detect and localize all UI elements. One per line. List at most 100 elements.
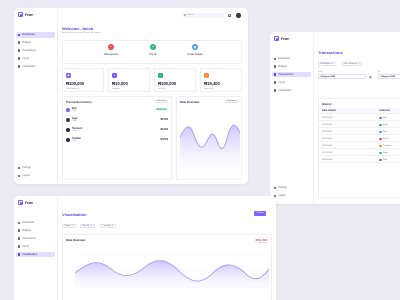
from-date-label: From bbox=[318, 71, 323, 73]
sidebar-item-visualisation[interactable]: Visualisation bbox=[16, 251, 55, 258]
transaction-amount: ₦5,000 bbox=[160, 119, 168, 121]
sidebar-item-cards[interactable]: Cards bbox=[16, 56, 55, 62]
table-row[interactable]: 2023-05-09 Food bbox=[319, 150, 400, 156]
sidebar-item-transactions[interactable]: Transactions bbox=[16, 48, 55, 54]
row-date: 2023-05-09 bbox=[322, 116, 333, 119]
sidebar-item-cards[interactable]: Cards bbox=[272, 80, 311, 86]
sidebar-item-visualisation[interactable]: Visualisation bbox=[16, 64, 55, 70]
sidebar-item-dashboard[interactable]: Dashboard bbox=[16, 220, 55, 226]
category-filter-dropdown[interactable]: All Categories ▾ bbox=[342, 62, 362, 66]
minus-icon: − bbox=[108, 44, 114, 50]
period-dropdown-label: This wk bbox=[157, 100, 164, 103]
sidebar-item-cards[interactable]: Cards bbox=[16, 244, 55, 250]
sidebar-item-logout[interactable]: Logout bbox=[16, 173, 55, 179]
row-date: 2023-05-09 bbox=[322, 123, 333, 126]
sidebar: Fewe Dashboard Budgets Transactions Card… bbox=[14, 8, 58, 184]
page-title: Visualisation bbox=[62, 212, 87, 217]
merchant-logo-icon bbox=[66, 128, 70, 132]
search-input[interactable]: Search bbox=[182, 13, 224, 18]
top-up-button[interactable]: + Top Up bbox=[141, 44, 165, 56]
sidebar-item-budgets[interactable]: Budgets bbox=[16, 228, 55, 234]
calendar-icon[interactable]: ▦ bbox=[369, 75, 372, 79]
category-icon bbox=[379, 123, 382, 127]
brand[interactable]: Fewe bbox=[18, 12, 33, 17]
period-dropdown[interactable]: This wk ▾ bbox=[154, 99, 168, 104]
sidebar-item-logout[interactable]: Logout bbox=[272, 193, 311, 199]
sidebar-item-label: Budgets bbox=[22, 41, 32, 45]
row-date: 2023-05-09 bbox=[322, 130, 333, 133]
transaction-row[interactable]: Transport 22 Apr ₦3,000 bbox=[66, 127, 168, 133]
table-row[interactable]: 2023-05-09 Data bbox=[319, 157, 400, 163]
row-category: Transport bbox=[383, 144, 392, 147]
card-icon bbox=[274, 81, 277, 84]
stat-value: ₦100,000 bbox=[158, 81, 177, 86]
category-filter-dropdown[interactable]: Category ▾ bbox=[100, 224, 116, 228]
page-subtitle: Review your account & financial activity bbox=[62, 32, 101, 34]
to-date-field[interactable]: 9 August 2023 bbox=[378, 74, 400, 79]
bell-icon[interactable] bbox=[228, 14, 231, 17]
panel-title: Data Overview bbox=[180, 100, 200, 104]
sidebar-item-visualisation[interactable]: Visualisation bbox=[272, 88, 311, 94]
table-row[interactable]: 2023-05-09 Social bbox=[319, 136, 400, 142]
home-icon bbox=[18, 33, 21, 36]
stat-card-budgets: ◐ ₦10,000 Budgets bbox=[108, 68, 150, 92]
transaction-row[interactable]: Vega 23 Apr ₦5,000 bbox=[66, 117, 168, 123]
chevron-down-icon: ▾ bbox=[112, 225, 114, 227]
sidebar-item-budgets[interactable]: Budgets bbox=[272, 64, 311, 70]
category-icon bbox=[379, 137, 382, 141]
transaction-date: 23 Apr bbox=[71, 120, 77, 123]
period-filter-dropdown[interactable]: Monthly ▾ bbox=[80, 224, 95, 228]
card-icon bbox=[18, 57, 21, 60]
home-icon bbox=[274, 57, 277, 60]
sidebar: Fewe Dashboard Budgets Transactions Card… bbox=[270, 32, 314, 204]
sidebar-item-settings[interactable]: Settings bbox=[16, 165, 55, 171]
chevron-down-icon: ▾ bbox=[164, 100, 166, 103]
plus-icon: + bbox=[150, 44, 156, 50]
avatar[interactable] bbox=[236, 13, 241, 18]
sidebar-item-transactions[interactable]: Transactions bbox=[16, 236, 55, 242]
panel-title: Transaction history bbox=[66, 100, 92, 104]
row-category: Data bbox=[383, 116, 388, 119]
sidebar-item-transactions[interactable]: Transactions bbox=[272, 71, 311, 78]
table-row[interactable]: 2023-05-09 Rent bbox=[319, 129, 400, 135]
sidebar-item-settings[interactable]: Settings bbox=[272, 185, 311, 191]
table-row[interactable]: 2023-05-09 Transport bbox=[319, 143, 400, 149]
sidebar-item-label: Visualisation bbox=[278, 88, 292, 92]
budget-icon bbox=[18, 41, 21, 44]
transactions-icon bbox=[18, 49, 21, 52]
row-date: 2023-05-09 bbox=[322, 151, 333, 154]
chart-icon bbox=[18, 65, 21, 68]
sidebar-item-dashboard[interactable]: Dashboard bbox=[16, 32, 55, 38]
date-value: 9 August 2023 bbox=[380, 75, 396, 78]
transaction-date: 23 Apr bbox=[71, 110, 77, 113]
row-date: 2023-05-09 bbox=[322, 158, 333, 161]
transaction-row[interactable]: Nick 23 Apr +₦100,000 bbox=[66, 107, 168, 113]
table-row[interactable]: 2023-05-09 Data bbox=[319, 115, 400, 121]
budget-filter-dropdown[interactable]: All Budgets ▾ bbox=[318, 62, 336, 66]
add-expense-button[interactable]: − Add expense bbox=[99, 44, 123, 56]
sidebar-item-label: Settings bbox=[22, 166, 32, 170]
export-button[interactable]: ⤓ Export bbox=[254, 211, 266, 216]
transaction-date: 22 Apr bbox=[71, 130, 77, 133]
sidebar-item-dashboard[interactable]: Dashboard bbox=[272, 56, 311, 62]
sidebar-item-label: Settings bbox=[278, 186, 288, 190]
chevron-down-icon: ▾ bbox=[72, 225, 74, 227]
create-budget-button[interactable]: ▣ Create budget bbox=[183, 44, 207, 56]
transaction-row[interactable]: Youtube 22 Apr ₦4,500 bbox=[66, 137, 168, 143]
brand[interactable]: Fewe bbox=[18, 200, 33, 205]
budget-icon: ◐ bbox=[112, 72, 117, 78]
visualisation-screen: Fewe Dashboard Budgets Transactions Card… bbox=[14, 196, 276, 300]
sidebar-nav: Dashboard Budgets Transactions Cards Vis… bbox=[16, 32, 55, 71]
sidebar-item-budgets[interactable]: Budgets bbox=[16, 40, 55, 46]
from-date-field[interactable]: 9 August 2023 bbox=[318, 74, 366, 79]
brand[interactable]: Fewe bbox=[274, 36, 289, 41]
budget-icon bbox=[274, 65, 277, 68]
transaction-amount: ₦3,000 bbox=[160, 129, 168, 131]
budget-filter-dropdown[interactable]: Budget ▾ bbox=[62, 224, 76, 228]
sidebar-item-label: Dashboard bbox=[22, 33, 35, 37]
period-dropdown[interactable]: Weekly ▾ bbox=[224, 99, 238, 104]
table-row[interactable]: 2023-05-09 Food bbox=[319, 122, 400, 128]
sidebar-item-label: Budgets bbox=[22, 229, 32, 233]
period-dropdown-label: Weekly bbox=[227, 100, 234, 103]
card-icon bbox=[18, 245, 21, 248]
